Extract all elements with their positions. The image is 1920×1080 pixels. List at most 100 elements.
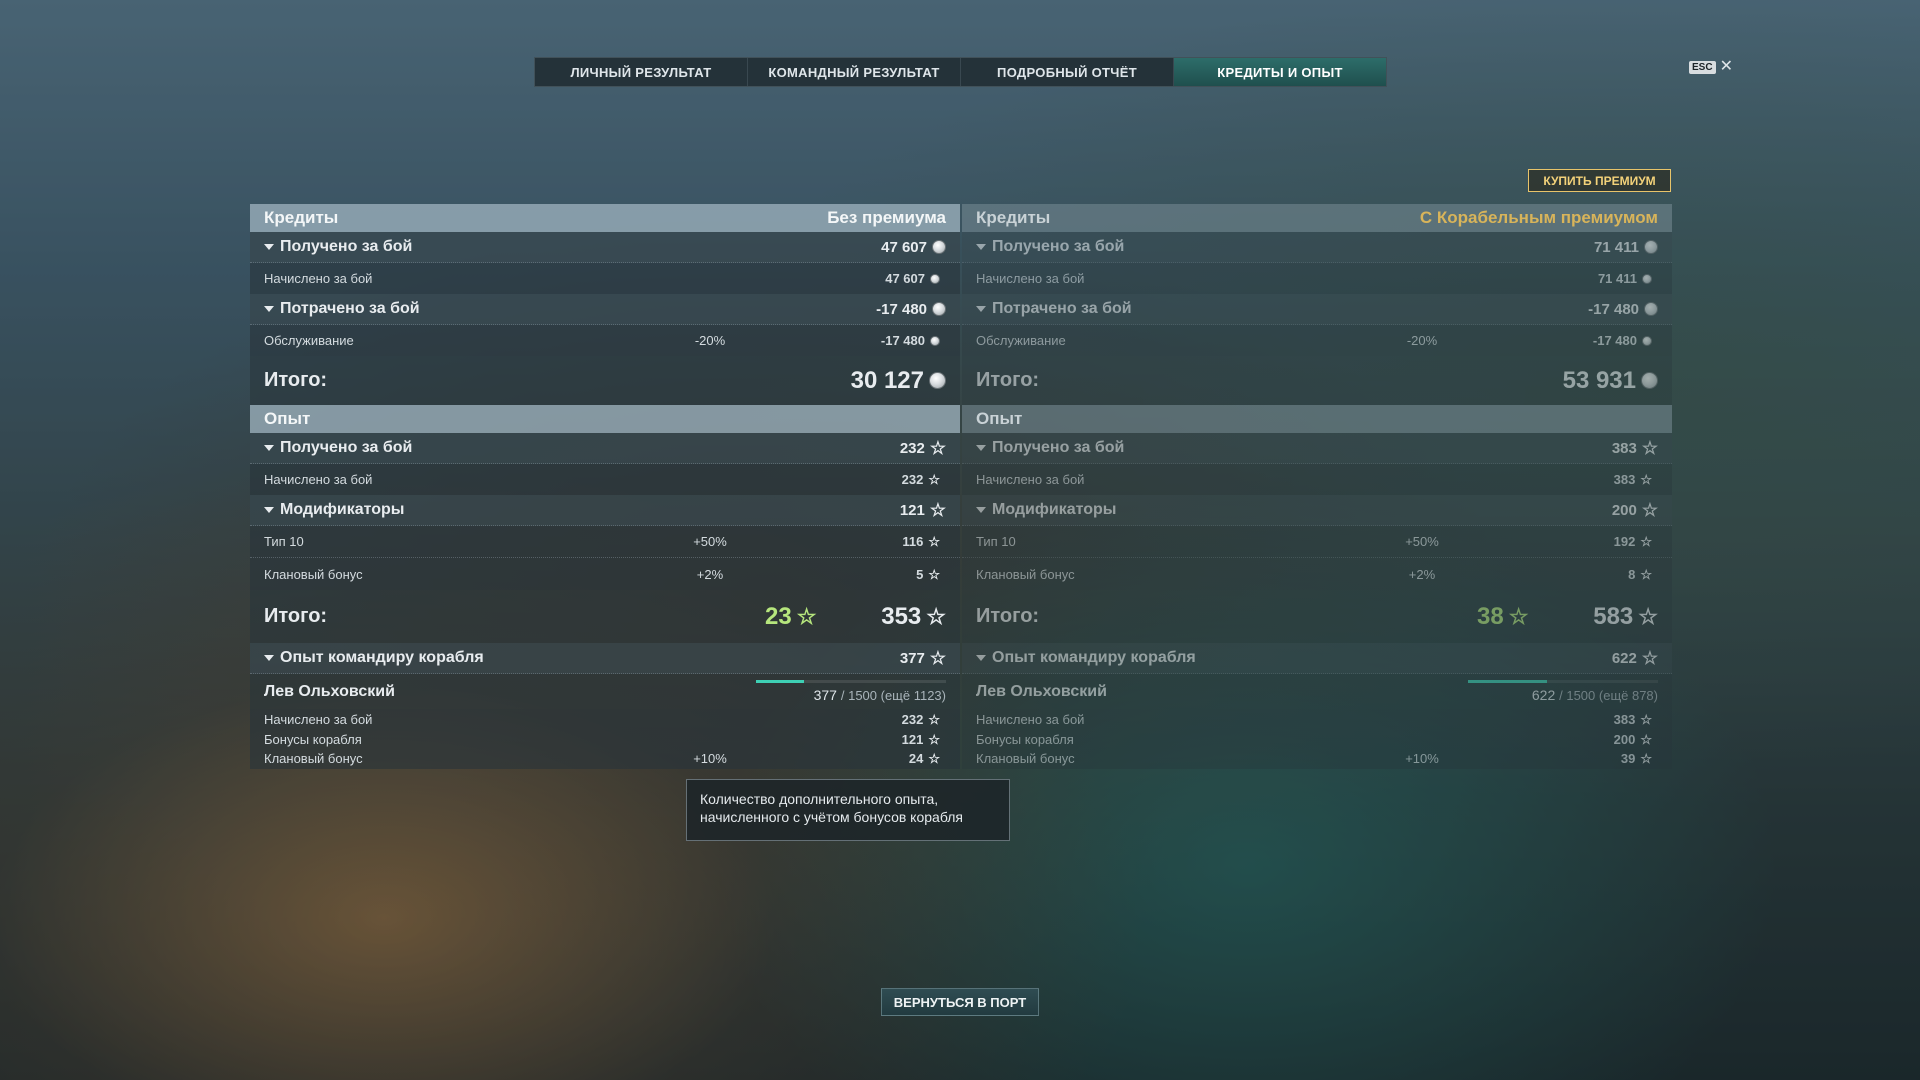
credits-title: Кредиты bbox=[976, 208, 1051, 227]
tier-percent: +50% bbox=[1405, 534, 1439, 549]
commander-progress: 377 / 1500 (ещё 1123) bbox=[756, 680, 946, 703]
star-icon: ☆ bbox=[928, 534, 940, 549]
credits-earned-group[interactable]: Получено за бой 47 607 bbox=[250, 232, 960, 263]
xp-body: Получено за бой 232 ☆ Начислено за бой 23… bbox=[250, 433, 960, 769]
credits-accrued-row: Начислено за бой 47 607 bbox=[250, 263, 960, 294]
star-icon: ☆ bbox=[928, 731, 940, 747]
free-xp: 38 ☆ bbox=[1477, 603, 1528, 631]
commander-clan-value: 39 bbox=[1620, 750, 1636, 766]
star-icon: ☆ bbox=[928, 711, 940, 727]
star-icon: ☆ bbox=[1641, 438, 1658, 458]
tab-bar: ЛИЧНЫЙ РЕЗУЛЬТАТ КОМАНДНЫЙ РЕЗУЛЬТАТ ПОД… bbox=[534, 57, 1387, 87]
free-xp: 23 ☆ bbox=[765, 603, 816, 631]
credits-spent-group[interactable]: Потрачено за бой -17 480 bbox=[962, 294, 1672, 325]
xp-accrued-row: Начислено за бой 232 ☆ bbox=[250, 464, 960, 495]
xp-accrued-value: 232 bbox=[901, 472, 924, 487]
credits-accrued-label: Начислено за бой bbox=[976, 271, 1085, 286]
tab-credits-xp[interactable]: КРЕДИТЫ И ОПЫТ bbox=[1174, 58, 1386, 86]
tier-value: 116 bbox=[902, 534, 924, 549]
commander-progress-text: 622 / 1500 (ещё 878) bbox=[1468, 687, 1658, 703]
close-button[interactable]: ESC ✕ bbox=[1689, 58, 1733, 75]
credits-title: Кредиты bbox=[264, 208, 339, 227]
triangle-down-icon bbox=[264, 445, 274, 451]
credits-total-value: 30 127 bbox=[850, 366, 924, 394]
panel-no-premium: Кредиты Без премиума Получено за бой 47 … bbox=[250, 204, 960, 769]
triangle-down-icon bbox=[264, 244, 274, 250]
xp-title: Опыт bbox=[976, 409, 1023, 428]
modifiers-group[interactable]: Модификаторы 200 ☆ bbox=[962, 495, 1672, 526]
star-icon: ☆ bbox=[1640, 711, 1652, 727]
clan-bonus-value: 5 bbox=[916, 566, 924, 582]
xp-total-row: Итого: 23 ☆ 353 ☆ bbox=[250, 590, 960, 643]
credit-coin-icon bbox=[930, 335, 940, 346]
xp-earned-value: 383 bbox=[1611, 439, 1637, 457]
credits-accrued-value: 47 607 bbox=[885, 271, 925, 286]
credits-earned-label: Получено за бой bbox=[992, 238, 1125, 255]
xp-total-value: 583 bbox=[1593, 602, 1634, 630]
tier-row: Тип 10 +50% 116 ☆ bbox=[250, 526, 960, 558]
credits-spent-label: Потрачено за бой bbox=[992, 300, 1132, 317]
buy-premium-button[interactable]: КУПИТЬ ПРЕМИУМ bbox=[1528, 169, 1671, 192]
commander-xp-value: 622 bbox=[1611, 649, 1637, 667]
clan-bonus-row: Клановый бонус +2% 5 ☆ bbox=[250, 558, 960, 590]
star-icon: ☆ bbox=[1640, 472, 1652, 487]
xp-body: Получено за бой 383 ☆ Начислено за бой 38… bbox=[962, 433, 1672, 769]
commander-xp-group[interactable]: Опыт командиру корабля 622 ☆ bbox=[962, 643, 1672, 674]
commander-xp-group[interactable]: Опыт командиру корабля 377 ☆ bbox=[250, 643, 960, 674]
star-icon: ☆ bbox=[926, 603, 946, 629]
xp-header: Опыт bbox=[962, 405, 1672, 433]
star-icon: ☆ bbox=[928, 566, 940, 582]
esc-key-label: ESC bbox=[1689, 60, 1716, 74]
close-icon: ✕ bbox=[1719, 58, 1733, 75]
tab-personal-result[interactable]: ЛИЧНЫЙ РЕЗУЛЬТАТ bbox=[535, 58, 748, 86]
clan-bonus-percent: +2% bbox=[696, 566, 724, 582]
star-icon: ☆ bbox=[796, 603, 817, 629]
modifiers-label: Модификаторы bbox=[992, 501, 1117, 518]
commander-accrued-label: Начислено за бой bbox=[976, 711, 1085, 727]
credits-body: Получено за бой 71 411 Начислено за бой … bbox=[962, 232, 1672, 405]
triangle-down-icon bbox=[976, 244, 986, 250]
credits-earned-label: Получено за бой bbox=[280, 238, 413, 255]
star-icon: ☆ bbox=[1638, 603, 1658, 629]
credits-spent-value: -17 480 bbox=[876, 300, 927, 318]
commander-row: Лев Ольховский 377 / 1500 (ещё 1123) bbox=[250, 674, 960, 709]
clan-bonus-value: 8 bbox=[1628, 566, 1636, 582]
tab-team-result[interactable]: КОМАНДНЫЙ РЕЗУЛЬТАТ bbox=[748, 58, 961, 86]
credits-total-label: Итого: bbox=[264, 369, 328, 391]
star-icon: ☆ bbox=[1640, 534, 1652, 549]
commander-xp-label: Опыт командиру корабля bbox=[280, 649, 484, 666]
credits-total-row: Итого: 30 127 bbox=[250, 356, 960, 405]
commander-name: Лев Ольховский bbox=[976, 682, 1107, 700]
xp-accrued-value: 383 bbox=[1613, 472, 1636, 487]
xp-earned-group[interactable]: Получено за бой 383 ☆ bbox=[962, 433, 1672, 464]
star-icon: ☆ bbox=[1641, 648, 1658, 668]
credits-earned-group[interactable]: Получено за бой 71 411 bbox=[962, 232, 1672, 263]
xp-earned-value: 232 bbox=[899, 439, 925, 457]
credit-coin-icon bbox=[1644, 302, 1658, 316]
return-to-port-button[interactable]: ВЕРНУТЬСЯ В ПОРТ bbox=[881, 988, 1039, 1016]
xp-accrued-row: Начислено за бой 383 ☆ bbox=[962, 464, 1672, 495]
modifiers-group[interactable]: Модификаторы 121 ☆ bbox=[250, 495, 960, 526]
credits-subtitle: С Корабельным премиумом bbox=[1419, 208, 1658, 227]
credits-spent-group[interactable]: Потрачено за бой -17 480 bbox=[250, 294, 960, 325]
star-icon: ☆ bbox=[929, 438, 946, 458]
xp-header: Опыт bbox=[250, 405, 960, 433]
credits-header: Кредиты Без премиума bbox=[250, 204, 960, 232]
credit-coin-icon bbox=[1642, 335, 1652, 346]
ship-bonus-row[interactable]: Бонусы корабля 121 ☆ bbox=[250, 729, 960, 749]
tab-detailed-report[interactable]: ПОДРОБНЫЙ ОТЧЁТ bbox=[961, 58, 1174, 86]
commander-clan-label: Клановый бонус bbox=[264, 750, 363, 766]
xp-earned-group[interactable]: Получено за бой 232 ☆ bbox=[250, 433, 960, 464]
xp-earned-label: Получено за бой bbox=[992, 439, 1125, 456]
tier-percent: +50% bbox=[693, 534, 727, 549]
commander-progress-value: 377 bbox=[813, 687, 837, 703]
credit-coin-icon bbox=[929, 372, 946, 389]
ship-bonus-label: Бонусы корабля bbox=[976, 731, 1074, 747]
clan-bonus-percent: +2% bbox=[1408, 566, 1436, 582]
xp-total-label: Итого: bbox=[976, 605, 1040, 627]
ship-bonus-row[interactable]: Бонусы корабля 200 ☆ bbox=[962, 729, 1672, 749]
service-label: Обслуживание bbox=[976, 333, 1066, 348]
credit-coin-icon bbox=[932, 302, 946, 316]
commander-row: Лев Ольховский 622 / 1500 (ещё 878) bbox=[962, 674, 1672, 709]
commander-progress-rest: / 1500 (ещё 1123) bbox=[840, 688, 946, 703]
